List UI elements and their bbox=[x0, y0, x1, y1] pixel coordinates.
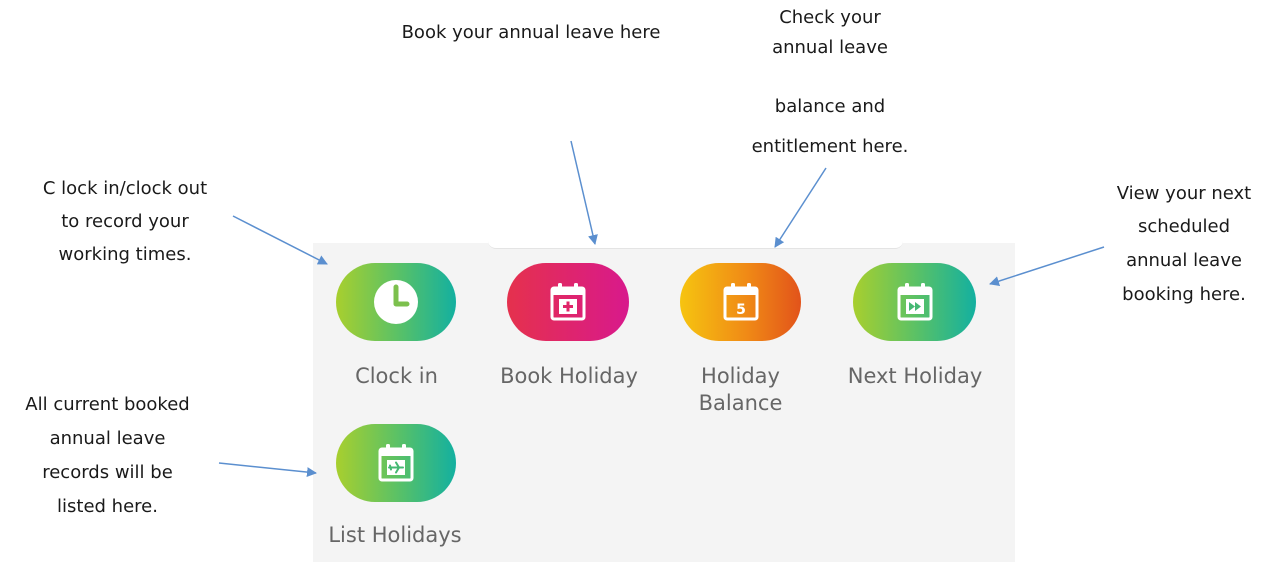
annotation-clock-line3: working times. bbox=[58, 244, 192, 265]
annotation-clock-line1: C lock in/clock out bbox=[42, 178, 208, 199]
annotation-balance-line4: entitlement here. bbox=[751, 136, 909, 157]
arrow-to-book-holiday bbox=[570, 140, 598, 245]
next-holiday-button[interactable] bbox=[853, 263, 976, 341]
next-holiday-label: Next Holiday bbox=[847, 364, 983, 388]
list-holidays-tile[interactable]: List Holidays bbox=[315, 424, 480, 552]
annotation-list-line4: listed here. bbox=[57, 496, 158, 517]
calendar-plus-icon bbox=[550, 283, 586, 321]
holiday-balance-button[interactable]: 5 bbox=[680, 263, 801, 341]
annotation-next-line4: booking here. bbox=[1122, 284, 1246, 305]
calendar-plane-icon bbox=[378, 444, 414, 482]
clock-in-label: Clock in bbox=[355, 364, 438, 388]
holiday-balance-label-line2: Balance bbox=[698, 391, 783, 415]
annotation-clock-line2: to record your bbox=[61, 211, 189, 232]
annotation-next-line2: scheduled bbox=[1137, 216, 1231, 237]
clock-in-tile[interactable]: Clock in bbox=[330, 263, 460, 391]
calendar-day-number: 5 bbox=[736, 302, 746, 318]
arrow-to-holiday-balance bbox=[774, 167, 827, 248]
next-holiday-tile[interactable]: Next Holiday bbox=[830, 263, 1000, 391]
screenshot-stage: Clock in Book Holiday 5 Holiday Balance … bbox=[0, 0, 1280, 562]
holiday-balance-tile[interactable]: 5 Holiday Balance bbox=[670, 263, 810, 423]
annotation-list-line2: annual leave bbox=[49, 428, 166, 449]
annotation-book-holiday: Book your annual leave here bbox=[401, 22, 661, 43]
book-holiday-tile[interactable]: Book Holiday bbox=[490, 263, 650, 391]
arrow-to-list-holidays bbox=[218, 462, 317, 478]
annotation-next-line3: annual leave bbox=[1126, 250, 1242, 271]
annotation-balance-line1: Check your bbox=[779, 7, 881, 28]
book-holiday-label: Book Holiday bbox=[500, 364, 638, 388]
clock-icon bbox=[374, 280, 418, 324]
annotation-balance-line3: balance and bbox=[774, 96, 886, 117]
calendar-forward-icon bbox=[897, 283, 932, 321]
holiday-balance-label-line1: Holiday bbox=[701, 364, 780, 388]
list-holidays-label: List Holidays bbox=[328, 523, 462, 547]
book-holiday-button[interactable] bbox=[507, 263, 629, 341]
list-holidays-button[interactable] bbox=[336, 424, 456, 502]
annotation-list-line3: records will be bbox=[42, 462, 173, 483]
top-bar-edge bbox=[488, 238, 903, 249]
calendar-number-icon: 5 bbox=[723, 283, 758, 321]
annotation-balance-line2: annual leave bbox=[772, 37, 888, 58]
clock-in-button[interactable] bbox=[336, 263, 456, 341]
annotation-next-line1: View your next bbox=[1116, 183, 1252, 204]
annotation-list-line1: All current booked bbox=[25, 394, 190, 415]
